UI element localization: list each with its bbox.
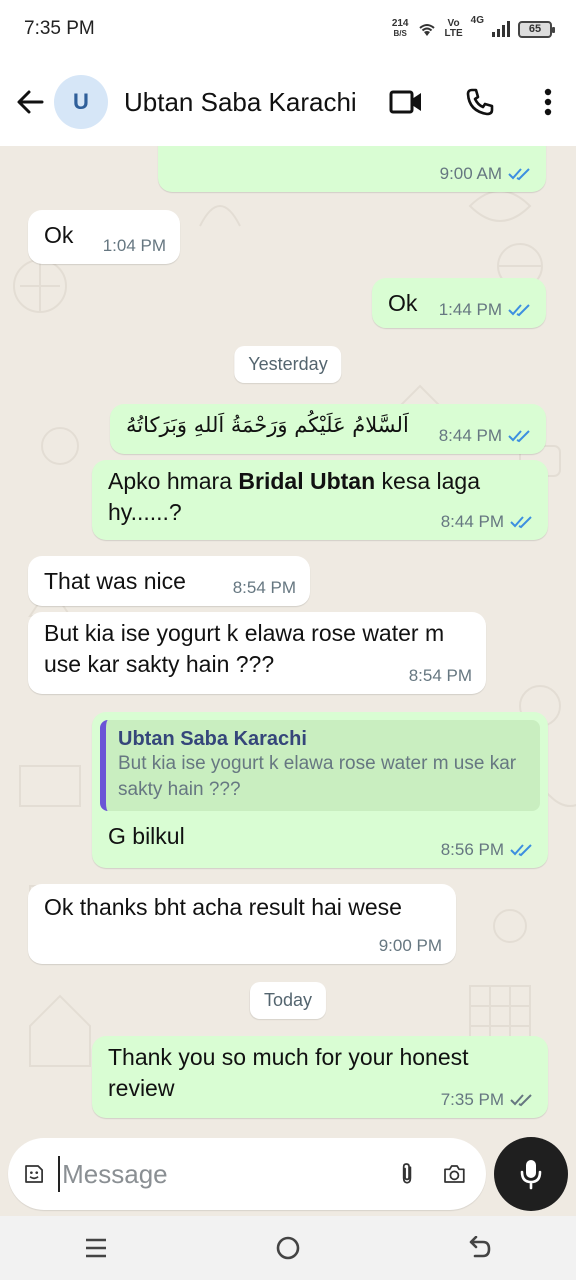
message-outgoing[interactable]: 9:00 AM [158,146,546,192]
recent-apps-icon [86,1238,106,1258]
net-speed-unit: B/S [393,29,407,38]
message-meta: 8:56 PM [441,840,534,860]
quoted-sender: Ubtan Saba Karachi [118,728,307,750]
message-text-bold: Bridal Ubtan [238,468,376,494]
net-speed: 214 B/S [392,19,409,39]
message-meta: 8:44 PM [441,512,534,532]
video-call-button[interactable] [378,74,434,130]
more-options-button[interactable] [520,74,576,130]
message-time: 8:54 PM [408,666,472,685]
message-text: That was nice [44,568,186,594]
video-call-icon [389,90,421,114]
status-icons: 214 B/S Vo LTE 4G 65 [392,15,555,39]
message-time: 7:35 PM [440,1090,504,1109]
quoted-message[interactable]: Ubtan Saba Karachi But kia ise yogurt k … [100,720,540,811]
message-meta: 1:44 PM [439,300,532,320]
message-meta: 9:00 PM [379,936,442,956]
chat-header: U Ubtan Saba Karachi [0,58,576,146]
system-back-button[interactable] [450,1223,510,1273]
message-text: Ok [44,222,74,248]
message-outgoing[interactable]: اَلسَّلامُ عَلَيْكُم وَرَحْمَةُ اَللهِ و… [110,404,546,454]
more-options-icon [544,88,552,116]
message-meta: 9:00 AM [440,164,532,184]
avatar[interactable]: U [54,75,108,129]
read-receipt-icon [508,430,530,443]
net-speed-value: 214 [391,18,409,29]
phone-icon [466,88,494,116]
message-meta: 8:54 PM [409,666,472,686]
date-separator-yesterday: Yesterday [234,346,342,383]
message-time: 8:56 PM [440,840,504,859]
home-icon [276,1236,300,1260]
message-meta: 8:54 PM [233,578,296,598]
read-receipt-icon [508,304,530,317]
message-outgoing[interactable]: Thank you so much for your honest review… [92,1036,548,1118]
message-text: اَلسَّلامُ عَلَيْكُم وَرَحْمَةُ اَللهِ و… [126,413,409,437]
message-meta: 1:04 PM [103,236,166,256]
mic-icon [520,1160,542,1190]
message-incoming[interactable]: But kia ise yogurt k elawa rose water m … [28,612,486,694]
message-incoming[interactable]: Ok thanks bht acha result hai wese 9:00 … [28,884,456,964]
message-text: G bilkul [108,823,185,849]
back-button[interactable] [6,78,54,126]
camera-icon[interactable] [443,1159,466,1189]
delivered-receipt-icon [510,1094,532,1107]
battery-level: 65 [528,23,542,35]
message-input-box [8,1138,486,1210]
network-type: 4G [470,15,484,26]
quoted-text: But kia ise yogurt k elawa rose water m … [118,753,517,800]
message-outgoing-reply[interactable]: Ubtan Saba Karachi But kia ise yogurt k … [92,712,548,868]
message-text: Ok [388,290,418,316]
message-composer [0,1132,576,1216]
read-receipt-icon [510,844,532,857]
message-time: 8:44 PM [440,512,504,531]
sticker-icon[interactable] [22,1156,46,1192]
home-button[interactable] [258,1223,318,1273]
message-time: 9:00 AM [439,164,502,183]
status-time: 7:35 PM [24,18,95,39]
message-outgoing[interactable]: Apko hmara Bridal Ubtan kesa laga hy....… [92,460,548,540]
message-time: 1:44 PM [438,300,502,319]
message-outgoing[interactable]: Ok 1:44 PM [372,278,546,328]
chat-area[interactable]: 9:00 AM Ok 1:04 PM Ok 1:44 PM Yesterday … [0,146,576,1132]
system-nav-bar [0,1216,576,1280]
wifi-icon [418,24,435,36]
recent-apps-button[interactable] [66,1223,126,1273]
status-bar: 7:35 PM 214 B/S Vo LTE 4G 65 [0,0,576,58]
read-receipt-icon [508,168,530,181]
message-input[interactable] [58,1156,398,1192]
read-receipt-icon [510,516,532,529]
volte-bottom: LTE [444,28,463,39]
mic-button[interactable] [494,1137,568,1211]
volte-indicator: Vo LTE [445,19,463,39]
message-text-part: Apko hmara [108,468,239,494]
attach-icon[interactable] [397,1156,417,1192]
message-meta: 8:44 PM [439,426,532,446]
message-time: 1:04 PM [102,236,166,255]
date-separator-today: Today [249,982,327,1019]
voice-call-button[interactable] [452,74,508,130]
avatar-letter: U [73,89,89,114]
message-text: Ok thanks bht acha result hai wese [44,894,402,920]
battery-icon: 65 [518,20,555,38]
message-meta: 7:35 PM [441,1090,534,1110]
message-time: 8:44 PM [438,426,502,445]
back-arrow-icon [17,90,44,114]
contact-name[interactable]: Ubtan Saba Karachi [124,87,378,118]
back-icon [469,1236,491,1258]
message-incoming[interactable]: Ok 1:04 PM [28,210,180,264]
message-time: 8:54 PM [232,578,296,597]
message-time: 9:00 PM [378,936,442,955]
message-incoming[interactable]: That was nice 8:54 PM [28,556,310,606]
signal-icon [492,21,510,37]
